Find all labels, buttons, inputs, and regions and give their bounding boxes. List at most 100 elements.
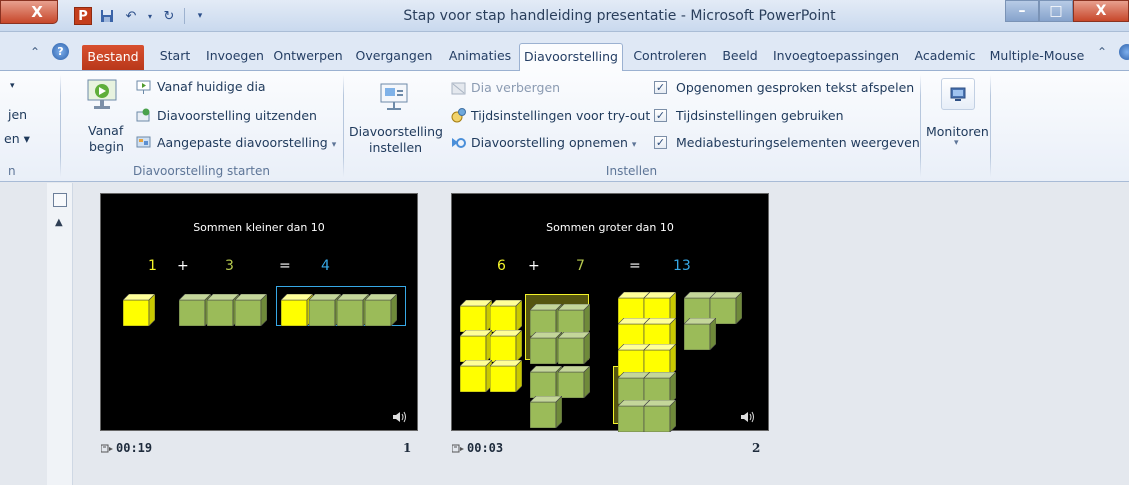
rehearse-timings-icon[interactable]: [451, 108, 466, 123]
cube-icon: [235, 294, 267, 326]
group-separator: [60, 75, 61, 177]
maximize-button[interactable]: □: [1039, 0, 1073, 22]
cube-icon: [490, 360, 522, 392]
tab-design[interactable]: Ontwerpen: [272, 43, 344, 70]
from-beginning-label-1[interactable]: Vanaf: [88, 123, 123, 138]
cube-icon: [490, 330, 522, 362]
timing-icon: [452, 444, 464, 453]
monitors-icon[interactable]: [941, 78, 975, 110]
cube-icon: [490, 300, 522, 332]
cube-icon: [644, 400, 676, 432]
setup-slideshow-label-2[interactable]: instellen: [369, 140, 422, 155]
partial-text-2[interactable]: en ▾: [4, 131, 30, 146]
partial-dropdown[interactable]: ▾: [10, 81, 15, 91]
use-timings-label[interactable]: Tijdsinstellingen gebruiken: [676, 108, 844, 123]
tab-insert[interactable]: Invoegen: [201, 43, 269, 70]
speaker-icon[interactable]: [740, 410, 756, 424]
help-right-icon[interactable]: [1119, 44, 1129, 60]
play-narrations-label[interactable]: Opgenomen gesproken tekst afspelen: [676, 80, 914, 95]
equation-op: +: [528, 258, 540, 274]
notes-icon[interactable]: [53, 193, 67, 207]
setup-slideshow-label-1[interactable]: Diavoorstelling: [349, 124, 443, 139]
slide-sorter: ▲ Sommen kleiner dan 10 1 + 3 = 4 00:19 …: [0, 183, 1129, 485]
help-icon[interactable]: ?: [52, 43, 69, 60]
setup-group-label: Instellen: [605, 164, 658, 178]
tab-animations[interactable]: Animaties: [444, 43, 516, 70]
hide-slide-label: Dia verbergen: [471, 80, 561, 95]
equation-a: 1: [148, 258, 157, 274]
ribbon: ▾ jen en ▾ n Vanaf begin Vanaf huidige d…: [0, 71, 1129, 182]
cube-icon: [123, 294, 155, 326]
slide-time: 00:19: [116, 441, 153, 455]
equation-eq: =: [629, 258, 641, 274]
play-narrations-checkbox[interactable]: ✓: [654, 81, 667, 94]
ribbon-tabs: ⌃ ? Bestand Start Invoegen Ontwerpen Ove…: [0, 32, 1129, 71]
cube-icon: [460, 360, 492, 392]
minimize-ribbon-right-icon[interactable]: ⌃: [1097, 45, 1107, 59]
tab-review[interactable]: Controleren: [627, 43, 713, 70]
minimize-button[interactable]: –: [1005, 0, 1039, 22]
close-button[interactable]: X: [1073, 0, 1129, 22]
timing-icon: [101, 444, 113, 453]
broadcast-icon[interactable]: [136, 108, 151, 123]
slide-title: Sommen kleiner dan 10: [193, 221, 325, 234]
cube-icon: [365, 294, 397, 326]
tab-multiple-mouse[interactable]: Multiple-Mouse: [983, 43, 1091, 70]
powerpoint-window: X P ↶ ▾ ↻ ▾ Stap voor stap handleiding p…: [0, 0, 1129, 485]
use-timings-checkbox[interactable]: ✓: [654, 109, 667, 122]
group-separator: [343, 75, 344, 177]
cube-icon: [558, 332, 590, 364]
custom-slideshow-label[interactable]: Aangepaste diavoorstelling ▾: [157, 135, 336, 150]
tab-slideshow[interactable]: Diavoorstelling: [519, 43, 623, 71]
from-beginning-icon[interactable]: [86, 78, 118, 112]
window-controls: – □ X: [1005, 0, 1129, 22]
record-slideshow-icon[interactable]: [451, 135, 466, 150]
cube-icon: [684, 318, 716, 350]
chevron-down-icon: ▾: [631, 140, 637, 150]
from-current-slide-icon[interactable]: [136, 80, 151, 95]
cube-icon: [460, 300, 492, 332]
equation-a: 6: [497, 258, 506, 274]
broadcast-label[interactable]: Diavoorstelling uitzenden: [157, 108, 317, 123]
monitors-label[interactable]: Monitoren: [926, 124, 989, 139]
tab-addins[interactable]: Invoegtoepassingen: [767, 43, 905, 70]
monitors-dropdown-icon[interactable]: ▾: [954, 138, 959, 148]
tab-view[interactable]: Beeld: [716, 43, 764, 70]
equation-b: 7: [576, 258, 585, 274]
window-title: Stap voor stap handleiding presentatie -…: [403, 8, 836, 24]
custom-slideshow-icon[interactable]: [136, 135, 151, 150]
setup-slideshow-icon[interactable]: [378, 81, 410, 113]
show-media-controls-label[interactable]: Mediabesturingselementen weergeven: [676, 135, 920, 150]
slide-time: 00:03: [467, 441, 504, 455]
partial-group-label: n: [8, 164, 16, 178]
scroll-up-icon[interactable]: ▲: [55, 217, 63, 228]
start-group-label: Diavoorstelling starten: [133, 164, 270, 178]
equation-result: 13: [673, 258, 691, 274]
tab-file[interactable]: Bestand: [82, 45, 144, 70]
group-separator: [990, 75, 991, 177]
minimize-ribbon-icon[interactable]: ⌃: [30, 45, 40, 59]
record-slideshow-text: Diavoorstelling opnemen: [471, 135, 628, 150]
equation-result: 4: [321, 258, 330, 274]
from-current-slide-label[interactable]: Vanaf huidige dia: [157, 79, 266, 94]
slide-number: 2: [752, 441, 761, 455]
partial-text-1[interactable]: jen: [8, 107, 27, 122]
slide-thumbnail-2[interactable]: Sommen groter dan 10 6 + 7 = 13: [451, 193, 769, 432]
equation-op: +: [177, 258, 189, 274]
tab-transitions[interactable]: Overgangen: [350, 43, 438, 70]
rehearse-timings-label[interactable]: Tijdsinstellingen voor try-out: [471, 108, 650, 123]
tab-academic[interactable]: Academic: [909, 43, 981, 70]
cube-icon: [558, 366, 590, 398]
vertical-scrollbar[interactable]: ▲: [47, 183, 73, 485]
tab-start[interactable]: Start: [153, 43, 197, 70]
record-slideshow-label[interactable]: Diavoorstelling opnemen ▾: [471, 135, 636, 150]
show-media-controls-checkbox[interactable]: ✓: [654, 136, 667, 149]
group-separator: [920, 75, 921, 177]
custom-slideshow-text: Aangepaste diavoorstelling: [157, 135, 328, 150]
speaker-icon[interactable]: [392, 410, 408, 424]
cube-icon: [530, 396, 562, 428]
from-beginning-label-2[interactable]: begin: [89, 139, 124, 154]
title-bar: X P ↶ ▾ ↻ ▾ Stap voor stap handleiding p…: [0, 0, 1129, 32]
hide-slide-icon: [451, 81, 466, 96]
slide-thumbnail-1[interactable]: Sommen kleiner dan 10 1 + 3 = 4: [100, 193, 418, 431]
